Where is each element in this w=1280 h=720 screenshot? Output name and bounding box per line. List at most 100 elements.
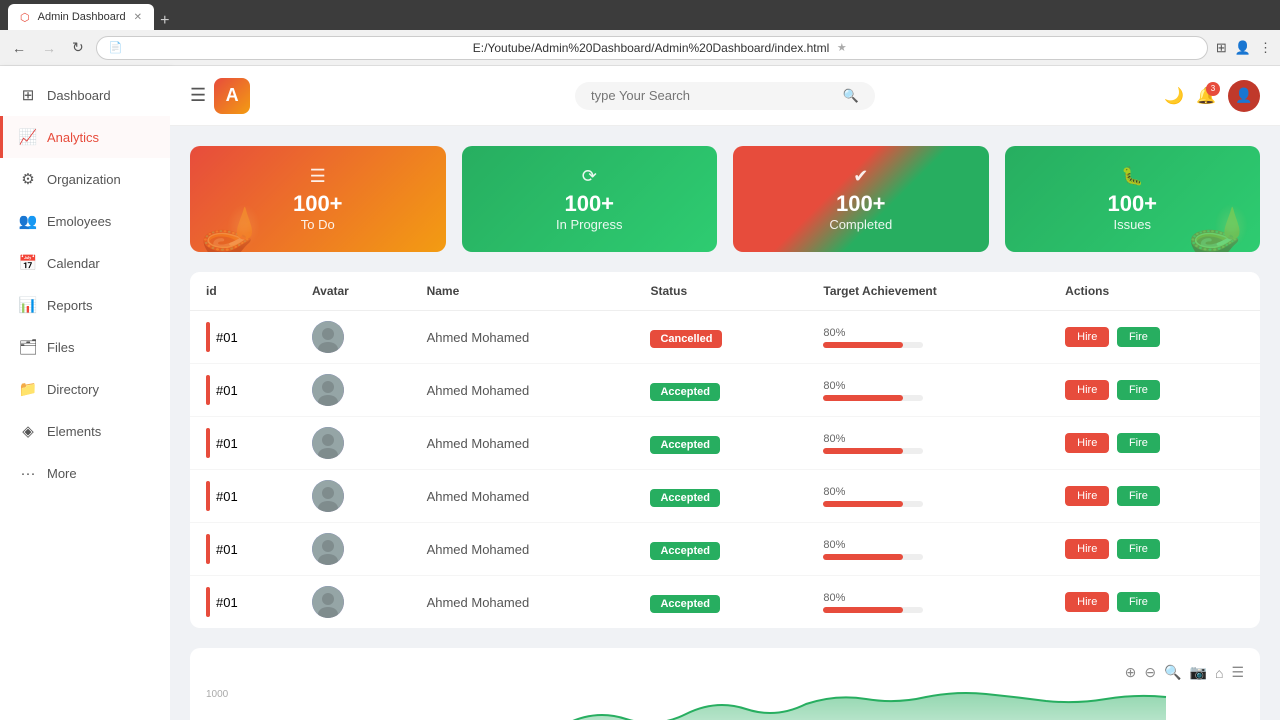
menu-button[interactable]: ⋮ bbox=[1259, 40, 1272, 56]
topbar-logo: A bbox=[214, 78, 250, 114]
chart-search[interactable]: 🔍 bbox=[1164, 664, 1181, 681]
cell-avatar bbox=[296, 417, 411, 470]
hire-button[interactable]: Hire bbox=[1065, 486, 1109, 506]
notification-button[interactable]: 🔔 3 bbox=[1196, 86, 1216, 106]
status-badge: Cancelled bbox=[650, 330, 722, 348]
stat-card-completed: ✔ 100+ Completed bbox=[733, 146, 989, 252]
forward-button[interactable]: → bbox=[38, 36, 60, 60]
avatar bbox=[312, 533, 344, 565]
progress-bar-fill bbox=[823, 448, 903, 454]
main-content: ☰ 100+ To Do 🪔 ⟳ 100+ In Progress ✔ 100+… bbox=[170, 126, 1280, 720]
sidebar-item-more[interactable]: ··· More bbox=[0, 452, 170, 494]
progress-bar-bg bbox=[823, 448, 923, 454]
sidebar-item-directory[interactable]: 📁 Directory bbox=[0, 368, 170, 410]
chart-menu[interactable]: ☰ bbox=[1231, 664, 1244, 681]
sidebar-item-analytics[interactable]: 📈 Analytics bbox=[0, 116, 170, 158]
cell-achievement: 80% bbox=[807, 311, 1049, 364]
progress-label: 80% bbox=[823, 380, 1033, 392]
fire-button[interactable]: Fire bbox=[1117, 486, 1160, 506]
issues-card-label: Issues bbox=[1113, 217, 1151, 232]
fire-button[interactable]: Fire bbox=[1117, 433, 1160, 453]
sidebar-item-employees[interactable]: 👥 Emoloyees bbox=[0, 200, 170, 242]
hire-button[interactable]: Hire bbox=[1065, 433, 1109, 453]
sidebar-label-dashboard: Dashboard bbox=[47, 88, 111, 103]
fire-button[interactable]: Fire bbox=[1117, 380, 1160, 400]
chart-y-label-1000: 1000 bbox=[206, 689, 228, 700]
chart-camera[interactable]: 📷 bbox=[1190, 664, 1207, 681]
chart-zoom-out[interactable]: ⊖ bbox=[1144, 664, 1156, 681]
hire-button[interactable]: Hire bbox=[1065, 539, 1109, 559]
topbar: ☰ A 🔍 🌙 🔔 3 👤 bbox=[170, 66, 1280, 126]
tab-close-button[interactable]: ✕ bbox=[134, 12, 142, 23]
fire-button[interactable]: Fire bbox=[1117, 539, 1160, 559]
sidebar-label-calendar: Calendar bbox=[47, 256, 100, 271]
sidebar-item-organization[interactable]: ⚙ Organization bbox=[0, 158, 170, 200]
hire-button[interactable]: Hire bbox=[1065, 592, 1109, 612]
sidebar-label-directory: Directory bbox=[47, 382, 99, 397]
employee-table-container: idAvatarNameStatusTarget AchievementActi… bbox=[190, 272, 1260, 628]
fire-button[interactable]: Fire bbox=[1117, 592, 1160, 612]
search-input[interactable] bbox=[591, 88, 835, 103]
row-id: #01 bbox=[216, 489, 238, 504]
cell-name: Ahmed Mohamed bbox=[411, 311, 635, 364]
user-avatar[interactable]: 👤 bbox=[1228, 80, 1260, 112]
progress-bar-bg bbox=[823, 395, 923, 401]
cell-actions: Hire Fire bbox=[1049, 523, 1260, 576]
cell-avatar bbox=[296, 470, 411, 523]
cell-actions: Hire Fire bbox=[1049, 470, 1260, 523]
search-bar[interactable]: 🔍 bbox=[575, 82, 875, 110]
reports-icon: 📊 bbox=[19, 296, 37, 314]
status-badge: Accepted bbox=[650, 489, 720, 507]
sidebar-item-reports[interactable]: 📊 Reports bbox=[0, 284, 170, 326]
inprogress-card-label: In Progress bbox=[556, 217, 622, 232]
chart-home[interactable]: ⌂ bbox=[1215, 664, 1223, 681]
hamburger-button[interactable]: ☰ bbox=[190, 85, 206, 106]
row-id: #01 bbox=[216, 595, 238, 610]
row-marker bbox=[206, 534, 210, 564]
chart-svg: 800 bbox=[206, 689, 1244, 720]
todo-card-number: 100+ bbox=[293, 191, 343, 217]
cell-status: Accepted bbox=[634, 417, 807, 470]
progress-label: 80% bbox=[823, 486, 1033, 498]
avatar bbox=[312, 321, 344, 353]
cell-name: Ahmed Mohamed bbox=[411, 523, 635, 576]
extensions-button[interactable]: ⊞ bbox=[1216, 40, 1227, 56]
status-badge: Accepted bbox=[650, 542, 720, 560]
todo-card-label: To Do bbox=[301, 217, 335, 232]
sidebar-item-dashboard[interactable]: ⊞ Dashboard bbox=[0, 74, 170, 116]
tab-title: Admin Dashboard bbox=[38, 11, 126, 23]
sidebar-item-elements[interactable]: ◈ Elements bbox=[0, 410, 170, 452]
progress-label: 80% bbox=[823, 327, 1033, 339]
completed-card-number: 100+ bbox=[836, 191, 886, 217]
back-button[interactable]: ← bbox=[8, 36, 30, 60]
sidebar-item-calendar[interactable]: 📅 Calendar bbox=[0, 242, 170, 284]
browser-action-buttons: ⊞ 👤 ⋮ bbox=[1216, 40, 1272, 56]
cell-id: #01 bbox=[190, 470, 296, 523]
progress-label: 80% bbox=[823, 539, 1033, 551]
new-tab-button[interactable]: + bbox=[154, 12, 175, 30]
table-row: #01 Ahmed Mohamed Accepted 80% Hire Fire bbox=[190, 576, 1260, 629]
cell-achievement: 80% bbox=[807, 364, 1049, 417]
hire-button[interactable]: Hire bbox=[1065, 380, 1109, 400]
profile-button[interactable]: 👤 bbox=[1235, 40, 1251, 56]
browser-tab-active[interactable]: ⬡ Admin Dashboard ✕ bbox=[8, 4, 154, 30]
more-icon: ··· bbox=[19, 464, 37, 482]
sidebar-item-files[interactable]: 🗂 Files bbox=[0, 326, 170, 368]
address-bar[interactable]: 📄 E:/Youtube/Admin%20Dashboard/Admin%20D… bbox=[96, 36, 1208, 60]
row-marker bbox=[206, 375, 210, 405]
cell-status: Cancelled bbox=[634, 311, 807, 364]
files-icon: 🗂 bbox=[19, 338, 37, 356]
reload-button[interactable]: ↻ bbox=[68, 35, 88, 60]
cell-id: #01 bbox=[190, 576, 296, 629]
hire-button[interactable]: Hire bbox=[1065, 327, 1109, 347]
organization-icon: ⚙ bbox=[19, 170, 37, 188]
cell-avatar bbox=[296, 523, 411, 576]
dark-mode-button[interactable]: 🌙 bbox=[1164, 86, 1184, 106]
chart-zoom-in[interactable]: ⊕ bbox=[1125, 664, 1137, 681]
cell-actions: Hire Fire bbox=[1049, 417, 1260, 470]
cell-name: Ahmed Mohamed bbox=[411, 576, 635, 629]
fire-button[interactable]: Fire bbox=[1117, 327, 1160, 347]
row-marker bbox=[206, 428, 210, 458]
logo-icon: A bbox=[214, 78, 250, 114]
sidebar-label-files: Files bbox=[47, 340, 74, 355]
